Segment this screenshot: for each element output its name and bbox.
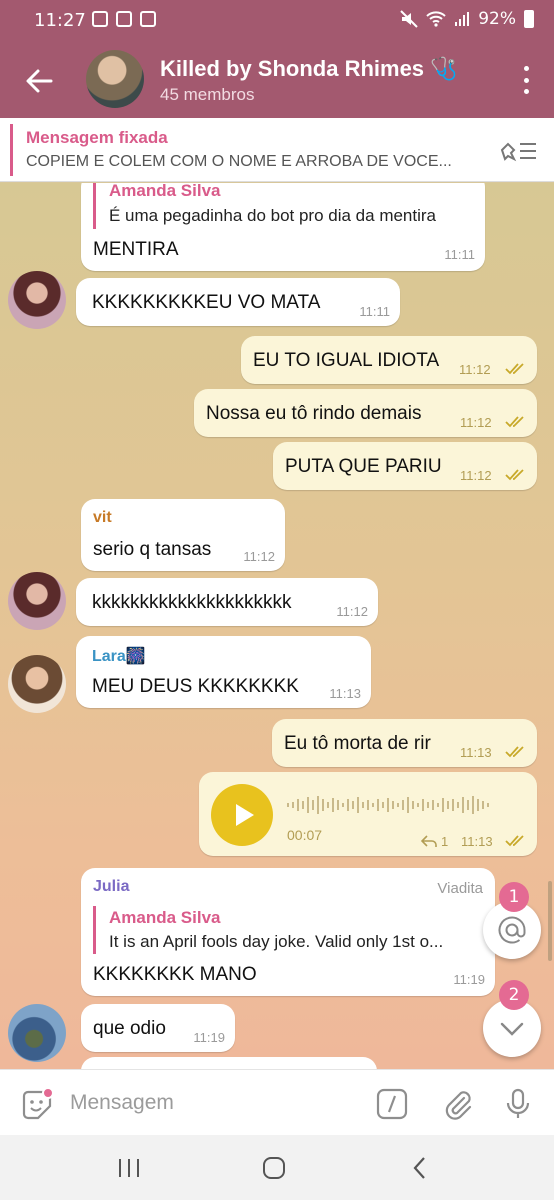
link-icon (116, 11, 132, 27)
system-nav-bar (0, 1135, 554, 1200)
message-time: 11:12 (243, 549, 275, 564)
message-time: 11:11 (359, 304, 390, 319)
sender-name[interactable]: vit (93, 509, 112, 527)
notification-icons (92, 11, 156, 27)
pin-list-icon[interactable] (498, 136, 538, 164)
via-bot: Viadita (437, 880, 483, 897)
back-arrow-icon[interactable] (24, 66, 54, 96)
message-time: 11:19 (193, 1030, 225, 1045)
message-bubble[interactable]: kkkkkkkkkkkkkkkkkkkkk 11:12 (76, 578, 378, 626)
message-bubble[interactable]: Lara🎆 MEU DEUS KKKKKKKK 11:13 (76, 636, 371, 708)
message-time: 11:12 (460, 468, 492, 483)
back-nav-icon[interactable] (412, 1156, 428, 1180)
chat-title[interactable]: Killed by Shonda Rhimes 🩺 (160, 56, 458, 82)
message-time: 11:12 (459, 362, 491, 377)
more-menu-icon[interactable] (522, 66, 530, 94)
mentions-badge: 1 (499, 882, 529, 912)
message-text: EU TO IGUAL IDIOTA (253, 350, 440, 371)
message-time: 11:12 (336, 604, 368, 619)
app-icon (140, 11, 156, 27)
message-text: KKKKKKKK MANO (93, 964, 257, 985)
message-time: 11:13 (329, 686, 361, 701)
message-time: 11:11 (444, 247, 475, 262)
message-bubble-outgoing[interactable]: PUTA QUE PARIU 11:12 (273, 442, 537, 490)
message-text: MENTIRA (93, 239, 179, 260)
member-count[interactable]: 45 membros (160, 85, 254, 105)
message-text: kkkkkkkkkkkkkkkkkkkkk (92, 592, 292, 613)
message-bubble-outgoing[interactable]: Eu tô morta de rir 11:13 (272, 719, 537, 767)
message-bubble-outgoing[interactable]: EU TO IGUAL IDIOTA 11:12 (241, 336, 537, 384)
message-text: Eu tô morta de rir (284, 733, 431, 754)
scrollbar[interactable] (548, 881, 552, 961)
microphone-icon[interactable] (502, 1088, 534, 1120)
waveform[interactable] (287, 794, 492, 816)
sender-avatar[interactable] (8, 655, 66, 713)
reply-arrow-icon (421, 835, 437, 847)
signal-icon (455, 12, 470, 26)
reply-author: Amanda Silva (109, 183, 221, 200)
message-input[interactable]: Mensagem (70, 1091, 174, 1115)
battery-icon (524, 10, 534, 28)
pinned-label: Mensagem fixada (26, 128, 168, 147)
message-text: que odio (93, 1018, 166, 1039)
reply-quote-bar (93, 183, 96, 229)
sender-avatar[interactable] (8, 271, 66, 329)
sender-name[interactable]: Lara🎆 (92, 646, 146, 666)
message-time: 11:13 (461, 834, 493, 849)
reply-quote-bar (93, 906, 96, 954)
message-input-bar: Mensagem (0, 1069, 554, 1135)
message-text: PUTA QUE PARIU (285, 456, 442, 477)
voice-message-bubble[interactable]: 00:07 1 11:13 (199, 772, 537, 856)
message-bubble[interactable]: que odio 11:19 (81, 1004, 235, 1052)
message-time: 11:19 (453, 972, 485, 987)
new-sticker-dot (42, 1087, 54, 1099)
message-text: KKKKKKKKKEU VO MATA (92, 292, 321, 313)
reply-author: Amanda Silva (109, 908, 221, 927)
play-icon[interactable] (211, 784, 273, 846)
bot-command-icon[interactable] (376, 1088, 408, 1120)
message-time: 11:13 (460, 745, 492, 760)
double-check-icon (505, 363, 524, 375)
message-text: MEU DEUS KKKKKKKK (92, 676, 299, 697)
double-check-icon (505, 416, 524, 428)
message-text: Nossa eu tô rindo demais (206, 403, 422, 424)
reply-text: É uma pegadinha do bot pro dia da mentir… (109, 206, 437, 225)
sender-name[interactable]: Julia (93, 878, 129, 896)
sender-avatar[interactable] (8, 572, 66, 630)
message-bubble-partial[interactable] (81, 1057, 377, 1069)
double-check-icon (505, 469, 524, 481)
message-bubble-outgoing[interactable]: Nossa eu tô rindo demais 11:12 (194, 389, 537, 437)
attach-icon[interactable] (442, 1088, 474, 1120)
message-bubble[interactable]: Amanda Silva É uma pegadinha do bot pro … (81, 183, 485, 271)
gallery-icon (92, 11, 108, 27)
chat-header: Killed by Shonda Rhimes 🩺 45 membros (0, 42, 554, 118)
unread-badge: 2 (499, 980, 529, 1010)
home-icon[interactable] (262, 1156, 286, 1180)
pinned-bar (10, 124, 13, 176)
status-time: 11:27 (34, 10, 86, 31)
group-avatar[interactable] (86, 50, 144, 108)
pinned-text: COPIEM E COLEM COM O NOME E ARROBA DE VO… (26, 153, 452, 170)
sender-avatar[interactable] (8, 1004, 66, 1062)
wifi-icon (426, 11, 446, 27)
pinned-message[interactable]: Mensagem fixada COPIEM E COLEM COM O NOM… (0, 118, 554, 182)
recent-apps-icon[interactable] (117, 1157, 141, 1179)
status-bar: 11:27 92% (0, 0, 554, 42)
reply-count: 1 (441, 834, 449, 849)
message-bubble[interactable]: KKKKKKKKKEU VO MATA 11:11 (76, 278, 400, 326)
battery-percent: 92% (478, 9, 516, 29)
message-bubble[interactable]: vit serio q tansas 11:12 (81, 499, 285, 571)
mute-icon (400, 10, 418, 28)
reply-text: It is an April fools day joke. Valid onl… (109, 932, 444, 951)
message-list[interactable]: Amanda Silva É uma pegadinha do bot pro … (0, 183, 554, 1069)
message-bubble[interactable]: Julia Viadita Amanda Silva It is an Apri… (81, 868, 495, 996)
message-time: 11:12 (460, 415, 492, 430)
message-text: serio q tansas (93, 539, 212, 560)
double-check-icon (505, 746, 524, 758)
double-check-icon (505, 835, 524, 847)
voice-duration: 00:07 (287, 827, 323, 843)
